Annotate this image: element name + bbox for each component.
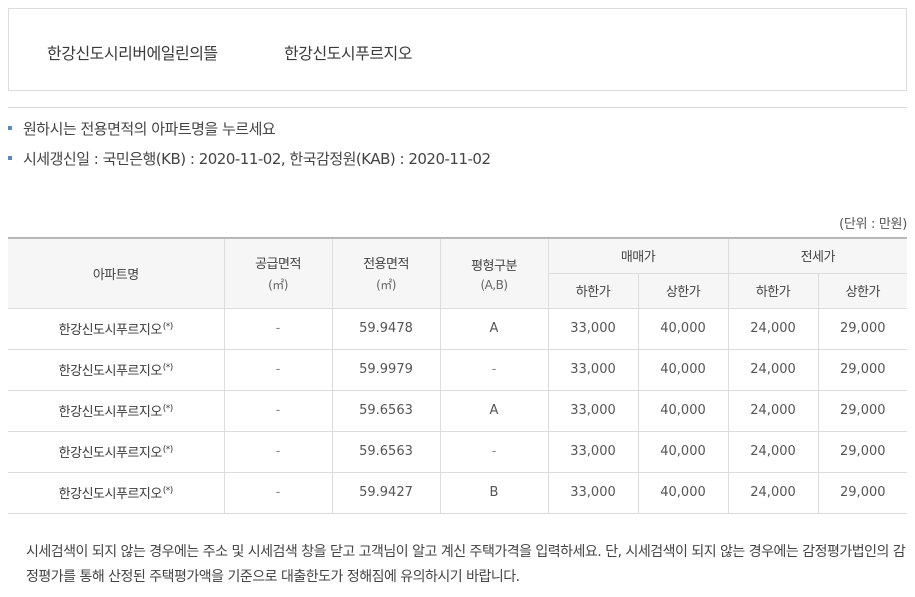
type-cell: A bbox=[439, 389, 549, 432]
apartment-selector-box: 한강신도시리버에일린의뜰 한강신도시푸르지오 bbox=[8, 8, 907, 91]
supply-area-cell: - bbox=[223, 471, 333, 514]
square-bullet-icon bbox=[8, 156, 12, 160]
header-type: 평형구분 (A,B) bbox=[439, 237, 549, 309]
table-row: 한강신도시푸르지오(*) - 59.6563 - 33,000 40,000 2… bbox=[8, 430, 908, 473]
header-jeonse-price: 전세가 bbox=[727, 237, 908, 274]
notes-list: 원하시는 전용면적의 아파트명을 누르세요 시세갱신일 : 국민은행(KB) :… bbox=[8, 118, 907, 178]
table-row: 한강신도시푸르지오(*) - 59.9979 - 33,000 40,000 2… bbox=[8, 348, 908, 391]
jeonse-low-cell: 24,000 bbox=[727, 389, 819, 432]
jeonse-low-cell: 24,000 bbox=[727, 307, 819, 350]
jeonse-low-cell: 24,000 bbox=[727, 471, 819, 514]
sale-high-cell: 40,000 bbox=[637, 348, 729, 391]
jeonse-high-cell: 29,000 bbox=[817, 389, 908, 432]
unit-label: (단위 : 만원) bbox=[839, 217, 907, 232]
apartment-link-prugio[interactable]: 한강신도시푸르지오 bbox=[284, 40, 412, 64]
supply-area-cell: - bbox=[223, 307, 333, 350]
sale-low-cell: 33,000 bbox=[547, 307, 639, 350]
supply-area-cell: - bbox=[223, 389, 333, 432]
section-divider bbox=[8, 107, 907, 108]
header-exclusive-area: 전용면적 (㎡) bbox=[331, 237, 441, 309]
price-table: 아파트명 공급면적 (㎡) 전용면적 (㎡) 평형구분 (A,B) 매매가 전세… bbox=[8, 237, 908, 514]
exclusive-area-cell: 59.9478 bbox=[331, 307, 441, 350]
exclusive-area-cell: 59.9427 bbox=[331, 471, 441, 514]
sale-low-cell: 33,000 bbox=[547, 430, 639, 473]
sale-low-cell: 33,000 bbox=[547, 471, 639, 514]
type-cell: A bbox=[439, 307, 549, 350]
sale-high-cell: 40,000 bbox=[637, 389, 729, 432]
jeonse-high-cell: 29,000 bbox=[817, 348, 908, 391]
note-text: 시세갱신일 : 국민은행(KB) : 2020-11-02, 한국감정원(KAB… bbox=[23, 150, 491, 168]
jeonse-high-cell: 29,000 bbox=[817, 307, 908, 350]
header-supply-area: 공급면적 (㎡) bbox=[223, 237, 333, 309]
apartment-name-link[interactable]: 한강신도시푸르지오(*) bbox=[8, 348, 225, 391]
exclusive-area-cell: 59.9979 bbox=[331, 348, 441, 391]
type-cell: - bbox=[439, 348, 549, 391]
sale-high-cell: 40,000 bbox=[637, 307, 729, 350]
table-row: 한강신도시푸르지오(*) - 59.9427 B 33,000 40,000 2… bbox=[8, 471, 908, 514]
header-jeonse-high: 상한가 bbox=[817, 272, 908, 309]
supply-area-cell: - bbox=[223, 348, 333, 391]
disclaimer-text: 시세검색이 되지 않는 경우에는 주소 및 시세검색 창을 닫고 고객님이 알고… bbox=[26, 544, 906, 585]
apartment-name-link[interactable]: 한강신도시푸르지오(*) bbox=[8, 389, 225, 432]
table-row: 한강신도시푸르지오(*) - 59.9478 A 33,000 40,000 2… bbox=[8, 307, 908, 350]
apartment-name-link[interactable]: 한강신도시푸르지오(*) bbox=[8, 307, 225, 350]
sale-low-cell: 33,000 bbox=[547, 389, 639, 432]
supply-area-cell: - bbox=[223, 430, 333, 473]
jeonse-high-cell: 29,000 bbox=[817, 471, 908, 514]
header-apartment: 아파트명 bbox=[8, 237, 225, 309]
header-sale-price: 매매가 bbox=[547, 237, 729, 274]
jeonse-low-cell: 24,000 bbox=[727, 348, 819, 391]
square-bullet-icon bbox=[8, 126, 12, 130]
apartment-link-riveraillin[interactable]: 한강신도시리버에일린의뜰 bbox=[47, 40, 218, 64]
jeonse-low-cell: 24,000 bbox=[727, 430, 819, 473]
exclusive-area-cell: 59.6563 bbox=[331, 389, 441, 432]
sale-low-cell: 33,000 bbox=[547, 348, 639, 391]
sale-high-cell: 40,000 bbox=[637, 430, 729, 473]
type-cell: B bbox=[439, 471, 549, 514]
exclusive-area-cell: 59.6563 bbox=[331, 430, 441, 473]
table-row: 한강신도시푸르지오(*) - 59.6563 A 33,000 40,000 2… bbox=[8, 389, 908, 432]
header-sale-high: 상한가 bbox=[637, 272, 729, 309]
apartment-name-link[interactable]: 한강신도시푸르지오(*) bbox=[8, 430, 225, 473]
type-cell: - bbox=[439, 430, 549, 473]
note-text: 원하시는 전용면적의 아파트명을 누르세요 bbox=[23, 120, 276, 138]
note-item: 원하시는 전용면적의 아파트명을 누르세요 bbox=[8, 118, 907, 148]
sale-high-cell: 40,000 bbox=[637, 471, 729, 514]
header-sale-low: 하한가 bbox=[548, 272, 639, 309]
jeonse-high-cell: 29,000 bbox=[817, 430, 908, 473]
note-item: 시세갱신일 : 국민은행(KB) : 2020-11-02, 한국감정원(KAB… bbox=[8, 148, 907, 178]
header-jeonse-low: 하한가 bbox=[727, 272, 819, 309]
apartment-name-link[interactable]: 한강신도시푸르지오(*) bbox=[8, 471, 225, 514]
